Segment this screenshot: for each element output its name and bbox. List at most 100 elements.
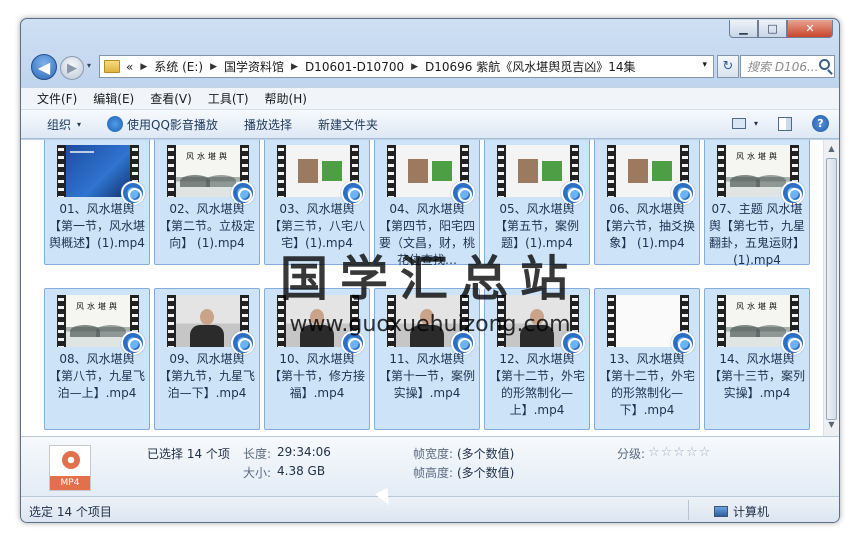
breadcrumb-range[interactable]: D10601-D10700 [305, 60, 404, 74]
breadcrumb-separator[interactable]: ▶ [291, 62, 298, 72]
mp4-file-icon: MP4 [49, 445, 91, 491]
rating-stars[interactable]: ☆☆☆☆☆ [648, 445, 711, 460]
mountain-shape [756, 325, 786, 337]
file-item[interactable]: 01、风水堪舆【第一节，风水堪舆概述】(1).mp4 [44, 140, 150, 265]
organize-button[interactable]: 组织 ▾ [47, 116, 81, 133]
file-item[interactable]: 风水堪舆 14、风水堪舆【第十三节，案列实操】.mp4 [704, 288, 810, 430]
menu-tools[interactable]: 工具(T) [208, 90, 249, 107]
breadcrumb-separator[interactable]: ▶ [411, 62, 418, 72]
menu-bar: 文件(F) 编辑(E) 查看(V) 工具(T) 帮助(H) [21, 87, 839, 109]
menu-view[interactable]: 查看(V) [150, 90, 192, 107]
film-perforation [498, 295, 504, 347]
vertical-scrollbar[interactable]: ▲ ▼ [823, 140, 839, 436]
film-perforation [168, 145, 174, 197]
close-button[interactable]: ✕ [787, 20, 833, 38]
file-item[interactable]: 04、风水堪舆【第四节，阳宅四要（文昌，财，桃花位查找… [374, 140, 480, 267]
file-item[interactable]: 10、风水堪舆【第十节，修方接福】.mp4 [264, 288, 370, 430]
breadcrumb-separator[interactable]: ▶ [140, 62, 147, 72]
address-bar[interactable]: « ▶ 系统 (E:) ▶ 国学资料馆 ▶ D10601-D10700 ▶ D1… [99, 55, 714, 78]
presenter-body [300, 325, 334, 347]
recent-pages-dropdown[interactable]: ▾ [87, 61, 91, 70]
file-name: 10、风水堪舆【第十节，修方接福】.mp4 [268, 352, 365, 400]
play-selection-button[interactable]: 播放选择 [244, 116, 292, 133]
file-item[interactable]: 12、风水堪舆【第十二节，外宅的形煞制化—上】.mp4 [484, 288, 590, 430]
new-folder-label: 新建文件夹 [317, 117, 378, 132]
view-mode-icon[interactable] [731, 118, 746, 129]
breadcrumb-current[interactable]: D10696 紫航《风水堪舆觅吉凶》14集 [425, 58, 636, 75]
video-thumbnail [277, 145, 365, 205]
file-name: 03、风水堪舆【第三节，八宅八宅】(1).mp4 [268, 202, 365, 250]
play-with-qq-label: 使用QQ影音播放 [127, 117, 218, 132]
menu-file[interactable]: 文件(F) [37, 90, 77, 107]
search-input[interactable]: 搜索 D106... [740, 55, 835, 78]
file-item[interactable]: 09、风水堪舆【第九节，九星飞泊—下】.mp4 [154, 288, 260, 430]
film-perforation [608, 295, 614, 347]
breadcrumb-overflow[interactable]: « [126, 60, 133, 74]
slide-graphic [542, 161, 562, 181]
back-button[interactable]: ◀ [31, 54, 57, 80]
length-label: 长度: [243, 447, 272, 461]
film-perforation [718, 295, 724, 347]
caption-buttons: ▁ □ ✕ [729, 20, 833, 38]
qq-player-icon [107, 116, 124, 132]
preview-pane-icon[interactable] [778, 116, 792, 131]
slide-line [70, 151, 94, 153]
scroll-up-button[interactable]: ▲ [826, 144, 837, 156]
refresh-button[interactable]: ↻ [717, 55, 739, 78]
video-thumbnail: 风水堪舆 [57, 295, 145, 355]
mp4-icon-label: MP4 [50, 476, 90, 490]
breadcrumb-drive[interactable]: 系统 (E:) [154, 58, 203, 75]
file-name: 11、风水堪舆【第十一节，案例实操】.mp4 [378, 352, 475, 400]
file-item[interactable]: 13、风水堪舆【第十二节，外宅的形煞制化—下】.mp4 [594, 288, 700, 430]
scroll-thumb[interactable] [826, 158, 837, 420]
status-divider [688, 500, 689, 520]
film-perforation [278, 295, 284, 347]
scroll-down-button[interactable]: ▼ [826, 420, 837, 432]
file-name: 05、风水堪舆【第五节，案例题】(1).mp4 [494, 202, 579, 250]
command-bar: 组织 ▾ 使用QQ影音播放 播放选择 新建文件夹 ▾ ? [21, 109, 839, 139]
file-item[interactable]: 11、风水堪舆【第十一节，案例实操】.mp4 [374, 288, 480, 430]
file-item[interactable]: 06、风水堪舆【第六节，抽爻换象】 (1).mp4 [594, 140, 700, 265]
maximize-button[interactable]: □ [758, 20, 787, 38]
view-mode-dropdown[interactable]: ▾ [754, 119, 758, 128]
address-dropdown[interactable]: ▾ [702, 60, 707, 70]
frame-height-label: 帧高度: [413, 466, 454, 480]
film-perforation [168, 295, 174, 347]
video-thumbnail [277, 295, 365, 355]
play-with-qq-button[interactable]: 使用QQ影音播放 [107, 116, 218, 133]
film-perforation [608, 145, 614, 197]
help-icon[interactable]: ? [812, 115, 829, 132]
navigation-row: ◀ ▶ ▾ « ▶ 系统 (E:) ▶ 国学资料馆 ▶ D10601-D1070… [27, 53, 835, 81]
forward-button[interactable]: ▶ [60, 56, 84, 80]
status-bar: 选定 14 个项目 计算机 [21, 496, 839, 522]
menu-help[interactable]: 帮助(H) [265, 90, 307, 107]
thumbnail-title: 风水堪舆 [736, 302, 780, 311]
file-item[interactable]: 风水堪舆 08、风水堪舆【第八节，九星飞泊—上】.mp4 [44, 288, 150, 430]
minimize-button[interactable]: ▁ [729, 20, 758, 38]
film-perforation [498, 145, 504, 197]
presenter-head [530, 309, 544, 325]
file-name: 07、主题 风水堪舆【第七节，九星翻卦，五鬼运财】 (1).mp4 [708, 202, 805, 267]
presenter-body [190, 325, 224, 347]
film-perforation [58, 145, 64, 197]
chevron-down-icon: ▾ [77, 119, 82, 129]
file-name: 13、风水堪舆【第十二节，外宅的形煞制化—下】.mp4 [598, 352, 695, 417]
presenter-head [420, 309, 434, 325]
file-list: 01、风水堪舆【第一节，风水堪舆概述】(1).mp4 风水堪舆 02、风水堪舆【第二… [21, 140, 839, 436]
film-perforation [388, 145, 394, 197]
length-value: 29:34:06 [277, 445, 331, 459]
search-icon[interactable] [819, 59, 830, 70]
frame-width-label: 帧宽度: [413, 447, 454, 461]
menu-edit[interactable]: 编辑(E) [93, 90, 134, 107]
breadcrumb-separator[interactable]: ▶ [210, 62, 217, 72]
file-item[interactable]: 风水堪舆 07、主题 风水堪舆【第七节，九星翻卦，五鬼运财】 (1).mp4 [704, 140, 810, 267]
file-item[interactable]: 风水堪舆 02、风水堪舆【第二节。立极定向】 (1).mp4 [154, 140, 260, 265]
file-item[interactable]: 05、风水堪舆【第五节，案例题】(1).mp4 [484, 140, 590, 265]
breadcrumb-library[interactable]: 国学资料馆 [224, 58, 284, 75]
file-item[interactable]: 03、风水堪舆【第三节，八宅八宅】(1).mp4 [264, 140, 370, 265]
video-thumbnail [387, 145, 475, 205]
new-folder-button[interactable]: 新建文件夹 [318, 116, 378, 133]
status-selection: 选定 14 个项目 [29, 505, 112, 519]
play-selection-label: 播放选择 [243, 117, 292, 132]
mountain-shape [206, 175, 236, 187]
